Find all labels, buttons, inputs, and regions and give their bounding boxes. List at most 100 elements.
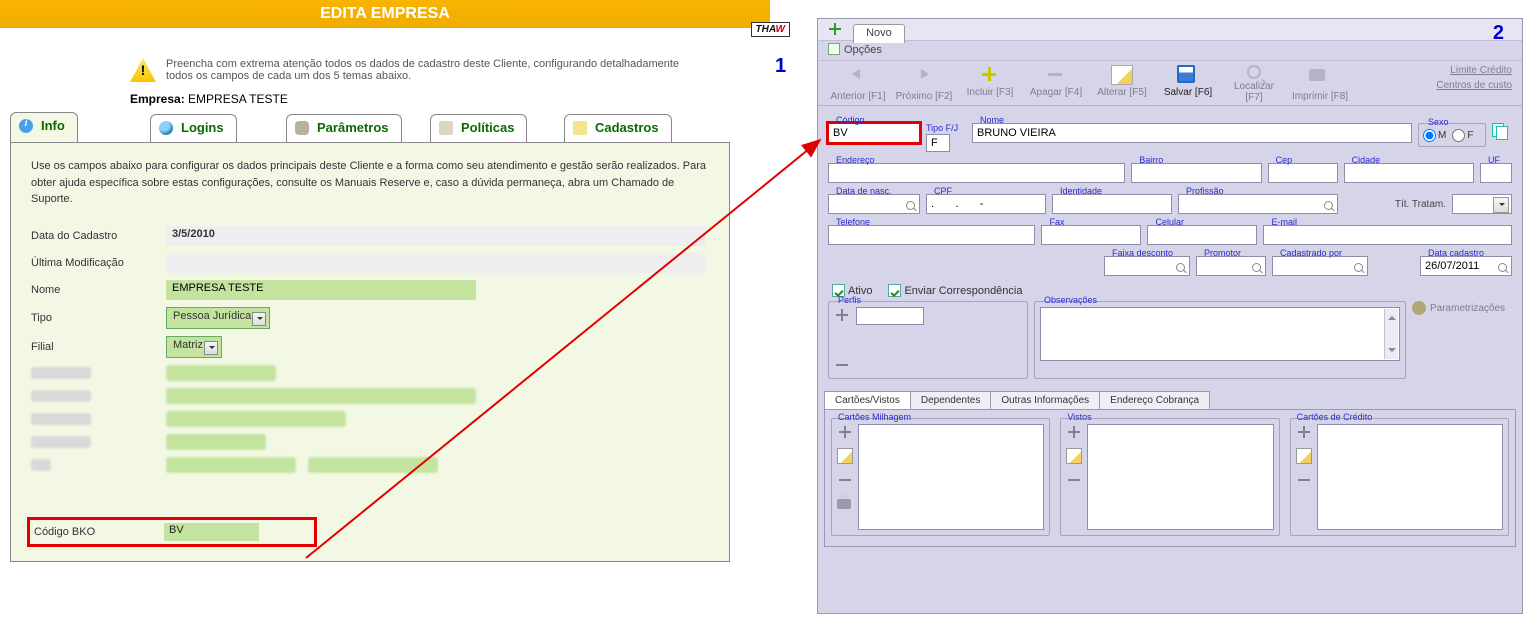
nome-field[interactable]: Nome — [972, 123, 1412, 143]
milhagem-list[interactable] — [858, 424, 1044, 530]
parametrizacoes-link[interactable]: Parametrizações — [1412, 301, 1505, 315]
tab-politicas[interactable]: Políticas — [430, 114, 527, 142]
endereco-input[interactable] — [829, 164, 1124, 182]
lookup-icon[interactable] — [1354, 263, 1365, 274]
annotation-number-2: 2 — [1493, 22, 1504, 45]
cpf-input[interactable] — [927, 195, 1045, 213]
minus-icon — [1045, 65, 1067, 85]
options-menu[interactable]: Opções — [818, 41, 1522, 61]
email-input[interactable] — [1264, 226, 1511, 244]
blurred-label-4 — [31, 436, 91, 448]
blurred-value-2 — [166, 388, 476, 404]
bairro-input[interactable] — [1132, 164, 1260, 182]
filial-select[interactable]: Matriz — [166, 336, 222, 358]
imprimir-button[interactable]: Imprimir [F8] — [1290, 65, 1350, 102]
vistos-add-button[interactable] — [1066, 424, 1082, 440]
tipofj-input[interactable] — [927, 135, 949, 151]
limite-credito-link[interactable]: Limite Crédito — [1436, 65, 1512, 76]
sexo-f-radio[interactable]: F — [1452, 129, 1473, 142]
lookup-icon[interactable] — [906, 201, 917, 212]
plus-icon — [979, 65, 1001, 85]
tab-cartoes-vistos[interactable]: Cartões/Vistos — [824, 391, 911, 409]
apagar-button[interactable]: Apagar [F4] — [1026, 65, 1086, 98]
tipo-label: Tipo — [31, 312, 166, 324]
nome-input-right[interactable] — [973, 124, 1411, 142]
codigo-bko-highlight: Código BKO BV — [27, 517, 317, 547]
tab-dependentes[interactable]: Dependentes — [910, 391, 992, 409]
cidade-input[interactable] — [1345, 164, 1473, 182]
warning-text: Preencha com extrema atenção todos os da… — [166, 58, 690, 82]
milhagem-remove-button[interactable] — [837, 472, 853, 488]
tab-info[interactable]: Info — [10, 112, 78, 142]
tab-info-panel: Use os campos abaixo para configurar os … — [10, 142, 730, 562]
tab-outras-info[interactable]: Outras Informações — [990, 391, 1100, 409]
credito-list[interactable] — [1317, 424, 1503, 530]
anterior-button[interactable]: Anterior [F1] — [828, 65, 888, 102]
observacoes-textarea[interactable] — [1040, 307, 1400, 361]
localizar-button[interactable]: Localizar [F7] — [1224, 65, 1284, 103]
sexo-m-radio[interactable]: M — [1423, 129, 1446, 142]
vistos-remove-button[interactable] — [1066, 472, 1082, 488]
milhagem-add-button[interactable] — [837, 424, 853, 440]
codigo-bko-value[interactable]: BV — [164, 523, 259, 541]
scrollbar[interactable] — [1384, 309, 1398, 359]
credito-edit-button[interactable] — [1296, 448, 1312, 464]
alterar-button[interactable]: Alterar [F5] — [1092, 65, 1152, 98]
tab-endereco-cobranca[interactable]: Endereço Cobrança — [1099, 391, 1210, 409]
lookup-icon[interactable] — [1176, 263, 1187, 274]
identidade-input[interactable] — [1053, 195, 1171, 213]
search-icon — [1247, 65, 1261, 79]
print-icon — [1309, 69, 1325, 81]
tab-parametros[interactable]: Parâmetros — [286, 114, 402, 142]
gear-icon — [295, 121, 309, 135]
nome-label: Nome — [31, 284, 166, 296]
new-tab-plus-icon[interactable] — [828, 22, 842, 36]
filial-label: Filial — [31, 341, 166, 353]
gear-icon — [1412, 301, 1426, 315]
tipo-select[interactable]: Pessoa Jurídica — [166, 307, 270, 329]
blurred-value-3 — [166, 411, 346, 427]
centros-custo-link[interactable]: Centros de custo — [1436, 80, 1512, 91]
info-icon — [19, 119, 33, 133]
lookup-icon[interactable] — [1324, 201, 1335, 212]
credito-remove-button[interactable] — [1296, 472, 1312, 488]
copy-icon[interactable] — [1492, 123, 1508, 139]
options-icon — [828, 43, 840, 55]
tab-logins[interactable]: Logins — [150, 114, 237, 142]
cadastradopor-input[interactable] — [1273, 257, 1367, 275]
enviar-corresp-checkbox[interactable]: Enviar Correspondência — [888, 284, 1022, 297]
cep-input[interactable] — [1269, 164, 1337, 182]
vistos-list[interactable] — [1087, 424, 1273, 530]
credito-add-button[interactable] — [1296, 424, 1312, 440]
lookup-icon[interactable] — [1252, 263, 1263, 274]
empresa-label: Empresa: — [130, 92, 185, 106]
nome-input[interactable]: EMPRESA TESTE — [166, 280, 476, 300]
perfis-add-button[interactable] — [834, 307, 850, 323]
thawte-badge: THAW — [751, 22, 790, 37]
tab-cadastros[interactable]: Cadastros — [564, 114, 672, 142]
milhagem-print-button[interactable] — [837, 499, 851, 509]
milhagem-edit-button[interactable] — [837, 448, 853, 464]
fax-input[interactable] — [1042, 226, 1140, 244]
lookup-icon[interactable] — [1498, 263, 1509, 274]
salvar-button[interactable]: Salvar [F6] — [1158, 65, 1218, 98]
profissao-input[interactable] — [1179, 195, 1337, 213]
perfis-remove-button[interactable] — [834, 357, 850, 373]
blurred-label-1 — [31, 367, 91, 379]
novo-tab[interactable]: Novo — [853, 24, 905, 43]
ultima-modif-label: Última Modificação — [31, 257, 166, 269]
uf-input[interactable] — [1481, 164, 1511, 182]
incluir-button[interactable]: Incluir [F3] — [960, 65, 1020, 98]
vistos-edit-button[interactable] — [1066, 448, 1082, 464]
codigo-field[interactable]: Código — [828, 123, 920, 143]
tipofj-label: Tipo F/J — [926, 123, 966, 133]
codigo-input[interactable] — [829, 124, 919, 142]
data-cadastro-label: Data do Cadastro — [31, 230, 166, 242]
tit-tratam-select[interactable] — [1452, 194, 1512, 214]
proximo-button[interactable]: Próximo [F2] — [894, 65, 954, 102]
telefone-input[interactable] — [829, 226, 1034, 244]
page-title-bar: EDITA EMPRESA — [0, 0, 770, 28]
celular-input[interactable] — [1148, 226, 1256, 244]
data-cadastro-value: 3/5/2010 — [166, 226, 706, 246]
perfis-input[interactable] — [856, 307, 924, 325]
